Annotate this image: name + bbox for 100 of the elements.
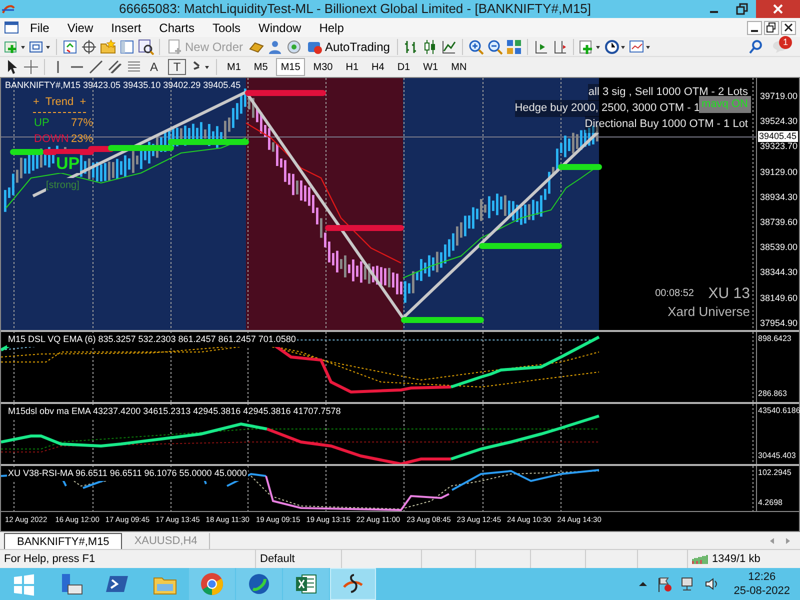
menu-item[interactable]: Insert — [104, 18, 148, 36]
traffic-text: 1349/1 kb — [712, 552, 760, 567]
chevron-up-icon[interactable] — [638, 579, 648, 589]
swoosh-logo-icon — [341, 572, 365, 596]
trend-label: UP — [34, 116, 50, 131]
zoom-in-icon[interactable] — [468, 38, 484, 54]
close-icon[interactable] — [782, 21, 795, 34]
auto-trading-button[interactable]: AutoTrading — [305, 38, 392, 56]
flag-alert-icon[interactable] — [656, 576, 672, 592]
text-label-tool[interactable]: T — [168, 59, 186, 75]
magnifier-icon[interactable] — [138, 38, 154, 54]
windows-logo-icon — [12, 572, 36, 596]
tile-windows-icon[interactable] — [506, 38, 522, 54]
trend-label: DOWN — [34, 132, 69, 147]
watermark-text: Xard Universe — [668, 303, 750, 321]
timeframe-button[interactable]: H1 — [340, 58, 364, 76]
price-label: 38934.30 — [760, 192, 798, 202]
browser-circle-icon — [200, 572, 224, 596]
menu-item[interactable]: File — [23, 18, 56, 36]
data-window-icon[interactable] — [119, 38, 135, 54]
timeframe-button[interactable]: W1 — [418, 58, 444, 76]
search-icon[interactable] — [748, 38, 764, 54]
current-price-label: 39405.45 — [758, 131, 798, 142]
document-plus-icon — [167, 38, 183, 54]
status-badge: mavq ON — [698, 96, 751, 112]
signal-waves-icon[interactable] — [286, 38, 302, 54]
menu-item[interactable]: View — [60, 18, 100, 36]
timeframe-button[interactable]: D1 — [392, 58, 416, 76]
menu-item[interactable]: Tools — [206, 18, 248, 36]
zoom-out-icon[interactable] — [486, 38, 503, 54]
signal-text: all 3 sig , Sell 1000 OTM - 2 Lots — [588, 84, 748, 100]
indicator-value-label: 286.863 — [758, 389, 787, 399]
crosshair-icon[interactable] — [81, 38, 97, 54]
bar-chart-icon[interactable] — [402, 38, 419, 54]
indicator-value-label: 4.2698 — [758, 498, 782, 508]
swirl-logo-icon — [247, 572, 271, 596]
market-watch-icon[interactable] — [62, 38, 78, 54]
text-tool[interactable]: A — [145, 59, 163, 75]
trend-percent: 77% — [71, 116, 94, 131]
countdown-timer: 00:08:52 — [655, 287, 694, 301]
menu-item[interactable]: Window — [252, 18, 308, 36]
indicator-value-label: 102.2945 — [758, 468, 792, 478]
connection-bars-icon — [692, 553, 708, 565]
crosshair-icon[interactable] — [23, 59, 39, 75]
price-label: 39719.00 — [760, 91, 798, 101]
indicator-value-label: 43540.6186 — [758, 406, 800, 416]
new-chart-icon[interactable] — [4, 38, 26, 54]
trend-percent: 23% — [71, 132, 94, 147]
trend-strength: [strong] — [46, 178, 80, 193]
timeframe-button[interactable]: MN — [446, 58, 472, 76]
timeframe-button[interactable]: M30 — [308, 58, 338, 76]
indicator-value-label: 898.6423 — [758, 334, 792, 344]
clock-time: 12:26 — [748, 570, 776, 584]
signal-text: Hedge buy 2000, 2500, 3000 OTM - 1 — [514, 100, 700, 116]
folder-star-icon[interactable] — [100, 38, 116, 54]
menu-item[interactable]: Charts — [152, 18, 202, 36]
trend-title: + Trend + — [33, 94, 86, 112]
indicator-value-label: 30445.403 — [758, 451, 796, 461]
restore-icon[interactable] — [765, 21, 778, 34]
menu-item[interactable]: Help — [312, 18, 351, 36]
price-label: 38739.60 — [760, 217, 798, 227]
watermark-text: XU 13 — [708, 284, 750, 304]
price-label: 38539.00 — [760, 242, 798, 252]
profile-name: Default — [260, 552, 295, 567]
price-label: 39524.30 — [760, 116, 798, 126]
timeframe-button[interactable]: M1 — [222, 58, 246, 76]
auto-scroll-icon[interactable] — [532, 38, 549, 54]
price-label: 38344.30 — [760, 267, 798, 278]
line-chart-icon[interactable] — [440, 38, 457, 54]
speaker-icon[interactable] — [704, 576, 720, 592]
timeframe-button[interactable]: M15 — [276, 58, 306, 76]
price-label: 38149.60 — [760, 292, 798, 303]
chart-shift-icon[interactable] — [552, 38, 568, 54]
price-label: 37954.90 — [760, 318, 798, 328]
help-text: For Help, press F1 — [4, 552, 96, 567]
signal-text: Directional Buy 1000 OTM - 1 Lot — [584, 116, 748, 132]
trend-line-icon[interactable] — [88, 59, 104, 75]
timeframe-button[interactable]: M5 — [248, 58, 273, 76]
templates-icon[interactable] — [628, 38, 651, 54]
spreadsheet-icon — [294, 572, 318, 596]
clock-icon[interactable] — [604, 38, 626, 54]
restore-icon[interactable] — [736, 3, 748, 15]
taskbar-button[interactable] — [283, 568, 329, 600]
person-icon[interactable] — [267, 38, 284, 54]
symbol-info: BANKNIFTY#,M15 39423.05 39435.10 39402.29 39405.45 — [5, 79, 241, 92]
window-title: 66665083: MatchLiquidityTest-ML - Billionext Global Limited - [BANKNIFTY#,M15] — [118, 0, 592, 18]
clock-date: 25-08-2022 — [734, 584, 790, 598]
indicator-label: M15 DSL VQ EMA (6) 835.3257 532.2303 861.2457 861.2457 701.0580 — [7, 333, 297, 346]
price-label: 39323.70 — [760, 141, 798, 152]
server-icon — [59, 572, 83, 596]
taskbar-button[interactable] — [330, 568, 376, 600]
profiles-icon[interactable] — [29, 38, 51, 54]
trend-signal: UP — [56, 154, 80, 173]
chart-tab[interactable]: BANKNIFTY#,M15 — [4, 533, 122, 549]
timeframe-button[interactable]: H4 — [366, 58, 390, 76]
indicator-label: XU V38-RSI-MA 96.6511 96.6511 96.1076 55.0000 45.0000 — [7, 467, 248, 480]
candlestick-icon[interactable] — [422, 38, 438, 54]
indicator-label: M15dsl obv ma EMA 43237.4200 34615.2313 42945.3816 42945.3816 41707.7578 — [7, 405, 342, 418]
chart-window-icon[interactable] — [4, 20, 19, 35]
price-label: 39129.00 — [760, 166, 798, 177]
